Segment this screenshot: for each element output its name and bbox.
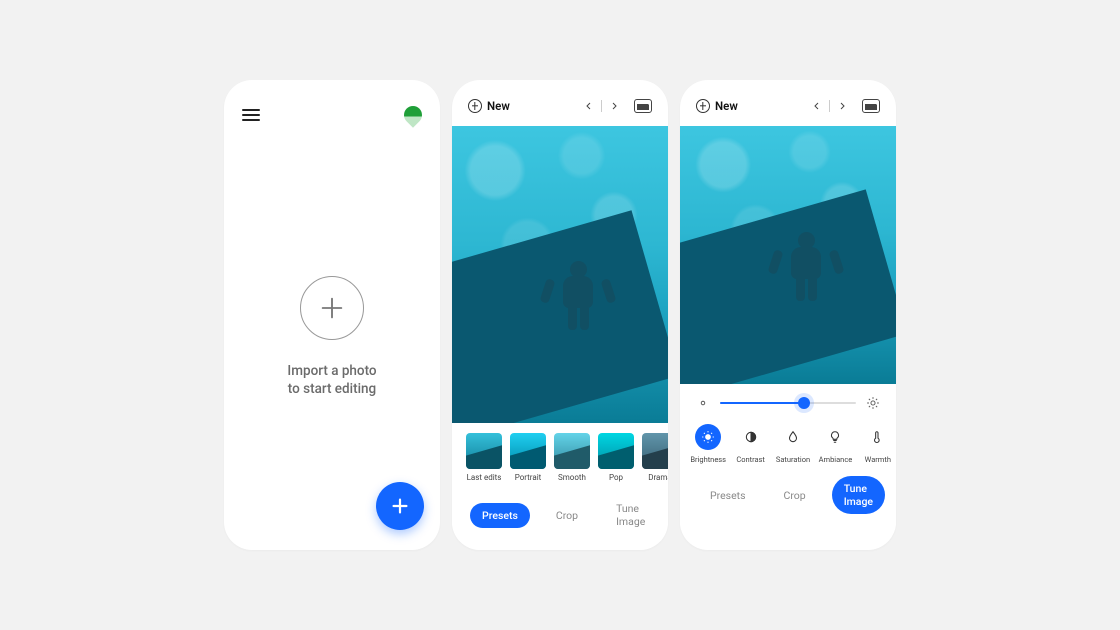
new-label: New xyxy=(487,99,510,113)
redo-button[interactable] xyxy=(834,98,850,114)
adjust-brightness[interactable]: Brightness xyxy=(690,424,726,464)
tab-tune-image[interactable]: Tune Image xyxy=(832,476,885,514)
tool-tabs: Presets Crop Tune Image Colour xyxy=(680,466,896,530)
droplet-icon xyxy=(786,430,800,444)
menu-icon[interactable] xyxy=(242,109,260,121)
thermometer-icon xyxy=(871,430,885,444)
preset-drama[interactable]: Drama xyxy=(642,433,668,482)
redo-button[interactable] xyxy=(606,98,622,114)
adjust-contrast[interactable]: Contrast xyxy=(732,424,768,464)
brightness-low-icon xyxy=(696,396,710,410)
new-label: New xyxy=(715,99,738,113)
preset-smooth[interactable]: Smooth xyxy=(554,433,590,482)
bulb-icon xyxy=(828,430,842,444)
plus-circle-icon xyxy=(468,99,482,113)
preset-row: Last edits Portrait Smooth Pop Drama xyxy=(452,423,668,486)
fab-add-button[interactable] xyxy=(376,482,424,530)
photo-preview[interactable] xyxy=(680,126,896,384)
import-photo-button[interactable] xyxy=(300,276,364,340)
image-icon[interactable] xyxy=(862,99,880,113)
divider xyxy=(601,100,602,112)
import-line1: Import a photo xyxy=(287,362,376,380)
preset-portrait[interactable]: Portrait xyxy=(510,433,546,482)
tab-presets[interactable]: Presets xyxy=(698,483,758,508)
tab-presets[interactable]: Presets xyxy=(470,503,530,528)
image-icon[interactable] xyxy=(634,99,652,113)
photo-preview[interactable] xyxy=(452,126,668,423)
adjust-ambiance[interactable]: Ambiance xyxy=(817,424,853,464)
plus-circle-icon xyxy=(696,99,710,113)
screen-import: Import a photo to start editing xyxy=(224,80,440,550)
preset-last-edits[interactable]: Last edits xyxy=(466,433,502,482)
tab-tune-image[interactable]: Tune Image xyxy=(604,496,657,534)
adjust-row: Brightness Contrast Saturation Ambiance … xyxy=(680,414,896,466)
tool-tabs: Presets Crop Tune Image Colour xyxy=(452,486,668,550)
divider xyxy=(829,100,830,112)
slider-track[interactable] xyxy=(720,402,856,404)
tab-crop[interactable]: Crop xyxy=(544,503,590,528)
screen-presets: New Last edits Portrait Smooth Pop Drama… xyxy=(452,80,668,550)
adjust-slider xyxy=(680,384,896,414)
import-prompt-text: Import a photo to start editing xyxy=(287,362,376,398)
new-button[interactable]: New xyxy=(696,99,738,113)
plus-icon xyxy=(389,495,411,517)
import-line2: to start editing xyxy=(287,380,376,398)
sun-icon xyxy=(701,430,715,444)
new-button[interactable]: New xyxy=(468,99,510,113)
adjust-saturation[interactable]: Saturation xyxy=(775,424,811,464)
plus-icon xyxy=(318,294,346,322)
tab-crop[interactable]: Crop xyxy=(772,483,818,508)
contrast-icon xyxy=(744,430,758,444)
undo-button[interactable] xyxy=(581,98,597,114)
adjust-warmth[interactable]: Warmth xyxy=(860,424,896,464)
preset-pop[interactable]: Pop xyxy=(598,433,634,482)
brightness-high-icon xyxy=(866,396,880,410)
slider-knob[interactable] xyxy=(798,397,810,409)
screen-tune-image: New Brightness Contrast xyxy=(680,80,896,550)
undo-button[interactable] xyxy=(809,98,825,114)
